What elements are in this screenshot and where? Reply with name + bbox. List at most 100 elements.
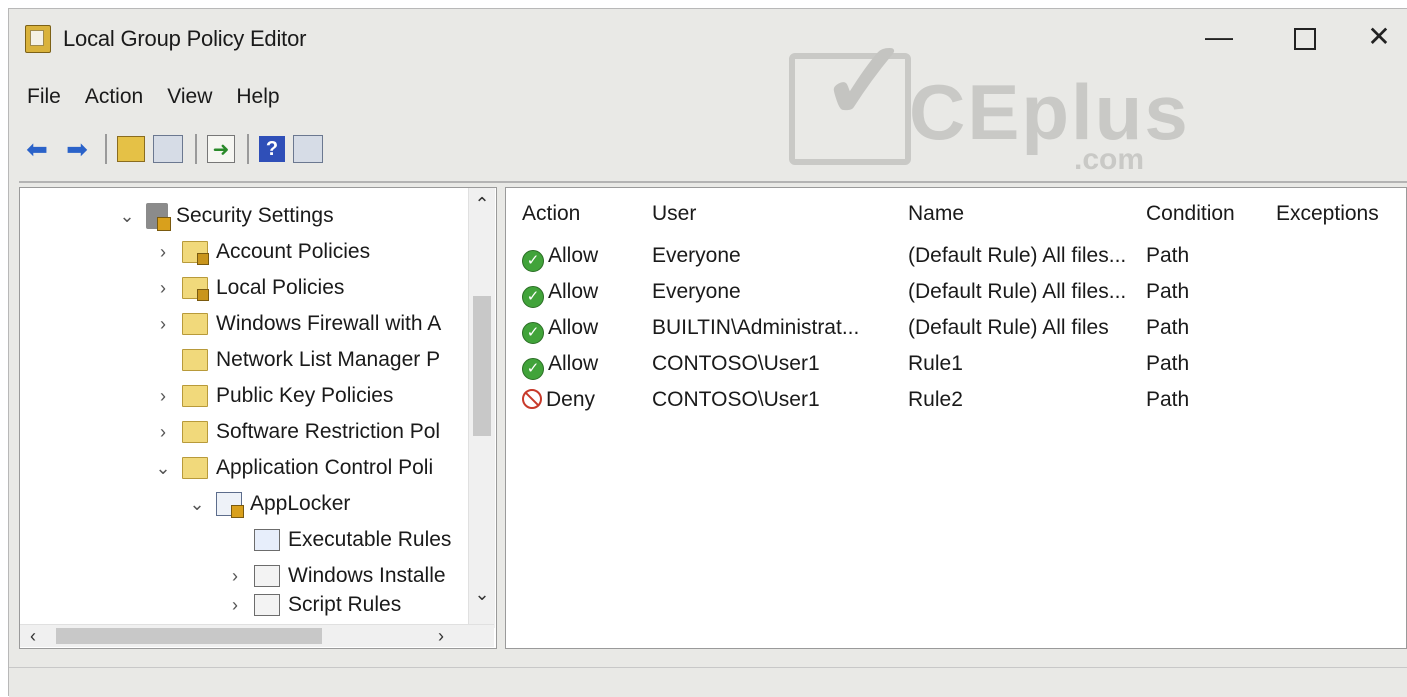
column-header-user[interactable]: User: [652, 202, 696, 226]
chevron-right-icon[interactable]: ›: [152, 422, 174, 443]
rule-condition: Path: [1146, 244, 1190, 267]
allow-check-icon: ✓: [522, 358, 544, 380]
folder-icon: [182, 313, 208, 335]
rule-name: (Default Rule) All files...: [908, 280, 1127, 303]
scroll-right-icon[interactable]: ›: [438, 625, 444, 647]
menu-action[interactable]: Action: [73, 85, 155, 109]
watermark-suffix: .com: [1074, 143, 1145, 176]
column-header-name[interactable]: Name: [908, 202, 964, 226]
tree-item-label: Public Key Policies: [216, 384, 394, 407]
rule-user: BUILTIN\Administrat...: [652, 316, 860, 339]
deny-block-icon: [522, 389, 542, 409]
folder-icon: [182, 421, 208, 443]
rule-row[interactable]: Deny CONTOSO\User1 Rule2 Path: [506, 382, 1406, 418]
toolbar-separator: [105, 134, 107, 164]
window-title: Local Group Policy Editor: [63, 26, 307, 51]
tree-item-label: AppLocker: [250, 492, 351, 515]
rule-condition: Path: [1146, 388, 1190, 411]
tree-item-label: Executable Rules: [288, 528, 452, 551]
title-bar: Local Group Policy Editor — ✕: [9, 9, 1407, 69]
tree-item-network-list-manager[interactable]: Network List Manager P: [152, 342, 440, 378]
scroll-thumb[interactable]: [473, 296, 491, 436]
menu-file[interactable]: File: [9, 85, 73, 109]
tree-item-local-policies[interactable]: › Local Policies: [152, 270, 344, 306]
tree-item-security-settings[interactable]: ⌄ Security Settings: [116, 198, 334, 234]
tree-item-script-rules[interactable]: › Script Rules: [224, 590, 401, 620]
scroll-down-icon[interactable]: ⌄: [469, 584, 495, 605]
toolbar-separator: [247, 134, 249, 164]
rule-user: CONTOSO\User1: [652, 352, 820, 375]
tree-item-label: Security Settings: [176, 204, 334, 227]
maximize-icon: [1294, 27, 1316, 50]
chevron-right-icon[interactable]: ›: [152, 314, 174, 335]
tree-item-applocker[interactable]: ⌄ AppLocker: [186, 486, 350, 522]
chevron-right-icon[interactable]: ›: [224, 595, 246, 616]
column-header-action[interactable]: Action: [522, 202, 580, 226]
tree-item-software-restriction[interactable]: › Software Restriction Pol: [152, 414, 440, 450]
rule-row[interactable]: ✓ Allow Everyone (Default Rule) All files…: [506, 274, 1406, 310]
tree-item-public-key-policies[interactable]: › Public Key Policies: [152, 378, 393, 414]
tree-horizontal-scrollbar[interactable]: ‹ ›: [20, 624, 494, 647]
folder-icon: [182, 385, 208, 407]
chevron-down-icon[interactable]: ⌄: [116, 206, 138, 227]
tree-item-label: Software Restriction Pol: [216, 420, 441, 443]
chevron-right-icon[interactable]: ›: [224, 566, 246, 587]
help-icon[interactable]: ?: [259, 136, 285, 162]
applocker-icon: [216, 492, 244, 518]
tree-item-windows-installer-rules[interactable]: › Windows Installe: [224, 558, 446, 594]
status-bar: [9, 667, 1407, 697]
scroll-thumb[interactable]: [56, 628, 322, 644]
chevron-down-icon[interactable]: ⌄: [152, 458, 174, 479]
minimize-button[interactable]: —: [1189, 15, 1249, 63]
allow-check-icon: ✓: [522, 286, 544, 308]
tree-item-application-control[interactable]: ⌄ Application Control Poli: [152, 450, 433, 486]
rule-condition: Path: [1146, 352, 1190, 375]
chevron-right-icon[interactable]: ›: [152, 278, 174, 299]
menu-view[interactable]: View: [155, 85, 224, 109]
column-header-exceptions[interactable]: Exceptions: [1276, 202, 1379, 226]
properties-pane-icon[interactable]: [293, 135, 323, 163]
tree-item-account-policies[interactable]: › Account Policies: [152, 234, 370, 270]
chevron-down-icon[interactable]: ⌄: [186, 494, 208, 515]
forward-arrow-icon[interactable]: ➡: [61, 133, 93, 165]
tree-item-label: Application Control Poli: [216, 456, 434, 479]
rule-condition: Path: [1146, 280, 1190, 303]
rule-user: Everyone: [652, 280, 741, 303]
rule-name: (Default Rule) All files: [908, 316, 1109, 339]
back-arrow-icon[interactable]: ⬅: [21, 133, 53, 165]
rule-row[interactable]: ✓ Allow CONTOSO\User1 Rule1 Path: [506, 346, 1406, 382]
installer-rules-icon: [254, 565, 280, 587]
toolbar: ⬅ ➡ ➜ ?: [9, 127, 331, 171]
content-area: ⌄ Security Settings › Account Policies ›…: [19, 181, 1407, 661]
scroll-left-icon[interactable]: ‹: [30, 625, 36, 647]
close-button[interactable]: ✕: [1349, 15, 1407, 63]
up-folder-icon[interactable]: [117, 136, 145, 162]
allow-check-icon: ✓: [522, 322, 544, 344]
maximize-button[interactable]: [1275, 15, 1335, 63]
chevron-right-icon[interactable]: ›: [152, 386, 174, 407]
rule-row[interactable]: ✓ Allow BUILTIN\Administrat... (Default R…: [506, 310, 1406, 346]
tree-item-label: Network List Manager P: [216, 348, 441, 371]
tree-item-label: Windows Firewall with A: [216, 312, 442, 335]
rule-action: Deny: [546, 388, 596, 411]
rule-name: (Default Rule) All files...: [908, 244, 1127, 267]
tree-item-windows-firewall[interactable]: › Windows Firewall with A: [152, 306, 441, 342]
chevron-right-icon[interactable]: ›: [152, 242, 174, 263]
rule-condition: Path: [1146, 316, 1190, 339]
rule-collection-icon: [254, 529, 280, 551]
rule-user: Everyone: [652, 244, 741, 267]
tree-item-executable-rules[interactable]: Executable Rules: [224, 522, 451, 558]
tree-vertical-scrollbar[interactable]: ⌃ ⌄: [468, 188, 495, 628]
rule-action: Allow: [548, 280, 599, 303]
export-list-icon[interactable]: ➜: [207, 135, 235, 163]
scroll-up-icon[interactable]: ⌃: [469, 194, 495, 215]
rule-row[interactable]: ✓ Allow Everyone (Default Rule) All files…: [506, 238, 1406, 274]
watermark-box-icon: [789, 53, 911, 165]
rule-name: Rule1: [908, 352, 963, 375]
menu-help[interactable]: Help: [224, 85, 291, 109]
show-hide-tree-icon[interactable]: [153, 135, 183, 163]
script-rules-icon: [254, 594, 280, 616]
column-header-condition[interactable]: Condition: [1146, 202, 1235, 226]
tree-item-label: Windows Installe: [288, 564, 446, 587]
watermark-text: CEplus: [909, 68, 1190, 156]
